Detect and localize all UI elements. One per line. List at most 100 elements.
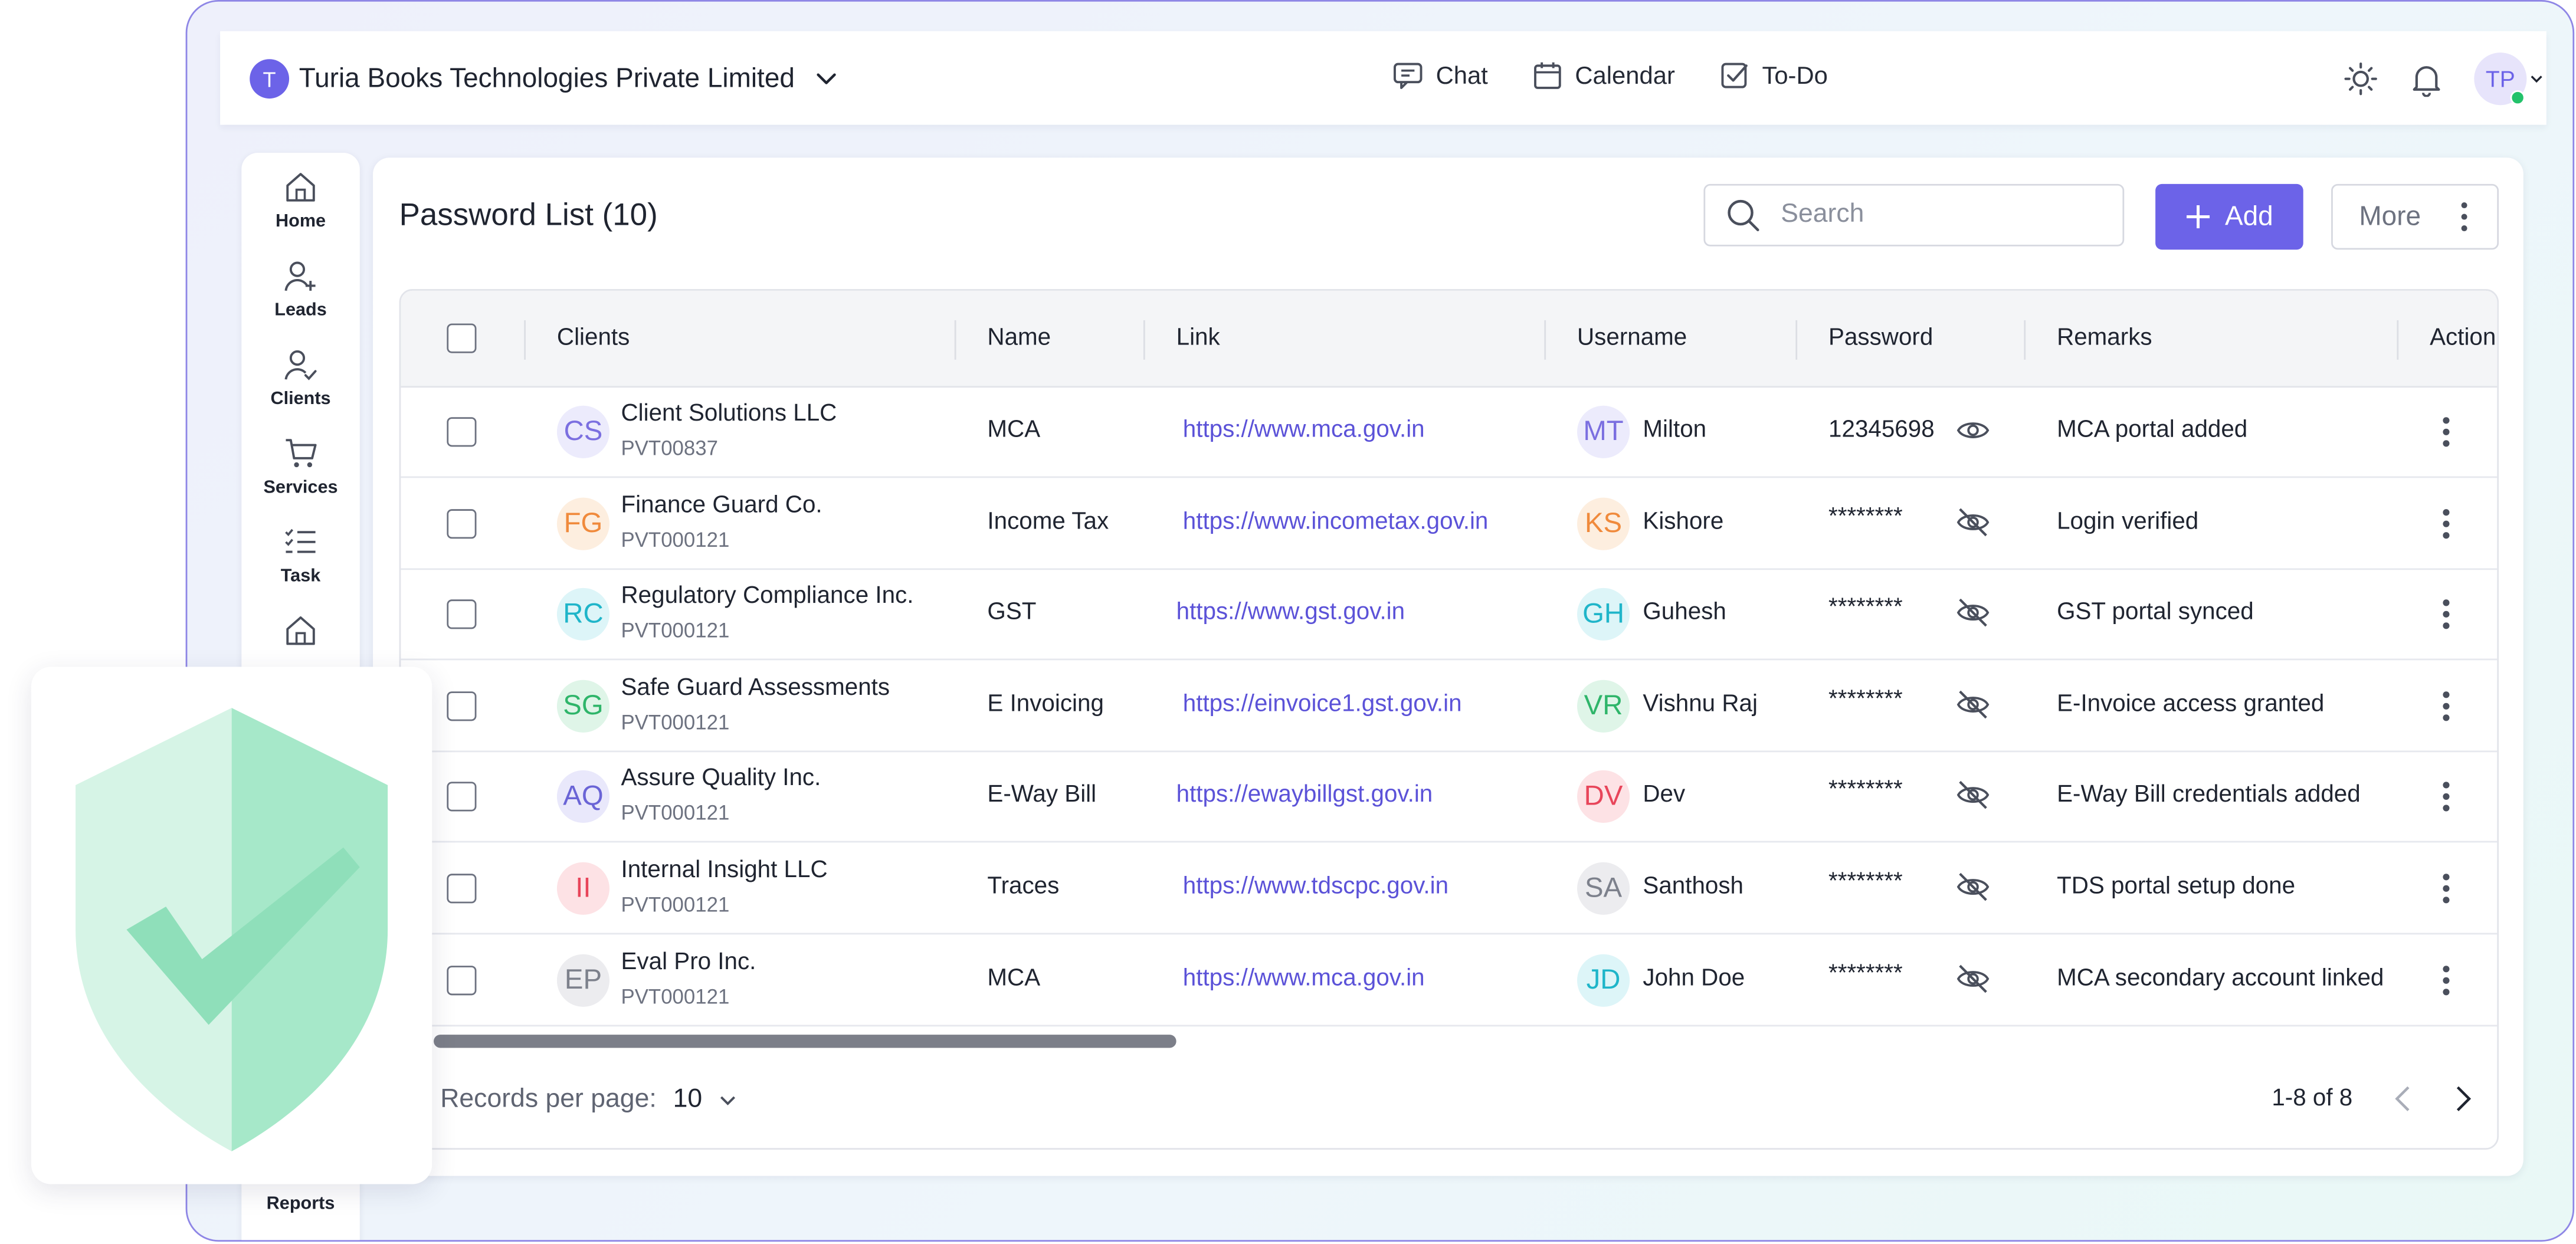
table-row[interactable]: II Internal Insight LLC PVT000121 Traces htt… [401, 842, 2498, 935]
portal-link[interactable]: https://www.mca.gov.in [1183, 417, 1425, 444]
organization-switcher[interactable]: T Turia Books Technologies Private Limit… [250, 59, 837, 99]
username: Milton [1643, 417, 1707, 444]
portal-link[interactable]: https://www.mca.gov.in [1183, 965, 1425, 992]
table-row[interactable]: EP Eval Pro Inc. PVT000121 MCA https://www.m… [401, 934, 2498, 1026]
row-actions-icon[interactable] [2441, 690, 2452, 723]
home-icon [241, 613, 359, 649]
add-user-icon [241, 258, 359, 294]
nav-todo[interactable]: To-Do [1718, 59, 1828, 92]
sidebar-item-services[interactable]: Services [241, 435, 359, 498]
column-header-password[interactable]: Password [1828, 325, 1933, 352]
row-checkbox[interactable] [447, 417, 477, 447]
portal-name: GST [987, 599, 1037, 626]
todo-icon [1718, 59, 1751, 92]
password-list-panel: Password List (10) Add More [373, 157, 2523, 1176]
more-button-label: More [2359, 201, 2421, 231]
table-row[interactable]: CS Client Solutions LLC PVT00837 MCA https:/… [401, 386, 2498, 478]
search-box[interactable] [1703, 183, 2125, 247]
client-id: PVT000121 [621, 619, 730, 643]
sidebar-item-leads[interactable]: Leads [241, 258, 359, 320]
chevron-down-icon[interactable] [719, 1091, 738, 1110]
column-header-name[interactable]: Name [987, 325, 1051, 352]
client-avatar: II [556, 862, 610, 915]
row-checkbox[interactable] [447, 965, 477, 995]
nav-chat[interactable]: Chat [1391, 59, 1488, 92]
table-row[interactable]: FG Finance Guard Co. PVT000121 Income Tax ht… [401, 477, 2498, 570]
user-avatar: TP [2474, 52, 2527, 106]
top-right-actions: TP [2343, 52, 2546, 106]
records-per-page-select[interactable]: 10 [673, 1085, 703, 1115]
portal-link[interactable]: https://ewaybillgst.gov.in [1176, 782, 1433, 809]
row-checkbox[interactable] [447, 599, 477, 629]
add-button[interactable]: Add [2155, 183, 2303, 250]
search-input[interactable] [1777, 198, 2096, 232]
client-name: Assure Quality Inc. [621, 766, 821, 793]
remarks: E-Invoice access granted [2057, 691, 2325, 718]
calendar-icon [1530, 59, 1564, 92]
portal-link[interactable]: https://www.tdscpc.gov.in [1183, 874, 1448, 900]
chevron-right-icon[interactable] [2451, 1084, 2474, 1114]
sidebar-item-label: Services [263, 478, 338, 498]
select-all-checkbox[interactable] [447, 323, 477, 353]
row-checkbox[interactable] [447, 508, 477, 539]
nav-calendar[interactable]: Calendar [1530, 59, 1675, 92]
task-list-icon [241, 524, 359, 560]
user-avatar: KS [1577, 497, 1630, 550]
row-actions-icon[interactable] [2441, 781, 2452, 814]
username: Vishnu Raj [1643, 691, 1758, 718]
row-actions-icon[interactable] [2441, 598, 2452, 631]
sidebar-item-label: Home [275, 212, 326, 232]
username: Santhosh [1643, 874, 1744, 900]
eye-off-icon[interactable] [1955, 869, 1991, 905]
page-title: Password List (10) [399, 198, 658, 234]
password-value: ******** [1828, 868, 1903, 895]
notification-bell-icon[interactable] [2408, 61, 2444, 97]
chevron-left-icon[interactable] [2392, 1084, 2415, 1114]
password-value: 12345698 [1828, 417, 1935, 444]
client-name: Safe Guard Assessments [621, 674, 890, 701]
row-checkbox[interactable] [447, 782, 477, 812]
remarks: TDS portal setup done [2057, 874, 2296, 900]
row-actions-icon[interactable] [2441, 963, 2452, 996]
add-button-label: Add [2224, 201, 2273, 231]
column-header-username[interactable]: Username [1577, 325, 1687, 352]
row-checkbox[interactable] [447, 874, 477, 904]
chat-icon [1391, 59, 1424, 92]
sidebar-item-home[interactable]: Home [241, 169, 359, 232]
column-header-remarks[interactable]: Remarks [2057, 325, 2152, 352]
client-avatar: FG [556, 497, 610, 550]
eye-icon[interactable] [1955, 412, 1991, 448]
portal-name: Income Tax [987, 508, 1109, 535]
sidebar-item-clients[interactable]: Clients [241, 347, 359, 409]
user-menu[interactable]: TP [2474, 52, 2543, 106]
table-row[interactable]: AQ Assure Quality Inc. PVT000121 E-Way Bill… [401, 751, 2498, 843]
client-id: PVT000121 [621, 893, 730, 917]
row-actions-icon[interactable] [2441, 507, 2452, 540]
portal-link[interactable]: https://www.incometax.gov.in [1183, 508, 1489, 535]
more-button[interactable]: More [2331, 183, 2499, 250]
table-row[interactable]: SG Safe Guard Assessments PVT000121 E Invoi… [401, 660, 2498, 752]
row-checkbox[interactable] [447, 691, 477, 721]
sidebar-item-reports[interactable]: Reports [241, 1194, 359, 1213]
row-actions-icon[interactable] [2441, 872, 2452, 905]
portal-link[interactable]: https://www.gst.gov.in [1176, 600, 1405, 626]
horizontal-scrollbar[interactable] [434, 1035, 1176, 1048]
records-per-page: Records per page: 10 [440, 1085, 738, 1115]
password-value: ******** [1828, 960, 1903, 987]
nav-chat-label: Chat [1436, 61, 1488, 90]
client-id: PVT000121 [621, 528, 730, 552]
theme-toggle-sun-icon[interactable] [2343, 61, 2379, 97]
column-header-link[interactable]: Link [1176, 325, 1220, 352]
eye-off-icon[interactable] [1955, 777, 1991, 813]
portal-link[interactable]: https://einvoice1.gst.gov.in [1183, 691, 1462, 718]
table-row[interactable]: RC Regulatory Compliance Inc. PVT000121 GST… [401, 569, 2498, 661]
sidebar-item-home-secondary[interactable] [241, 613, 359, 649]
eye-off-icon[interactable] [1955, 960, 1991, 996]
row-actions-icon[interactable] [2441, 415, 2452, 448]
eye-off-icon[interactable] [1955, 504, 1991, 540]
eye-off-icon[interactable] [1955, 595, 1991, 631]
user-avatar: GH [1577, 588, 1630, 641]
eye-off-icon[interactable] [1955, 686, 1991, 722]
sidebar-item-task[interactable]: Task [241, 524, 359, 586]
column-header-clients[interactable]: Clients [557, 325, 630, 352]
